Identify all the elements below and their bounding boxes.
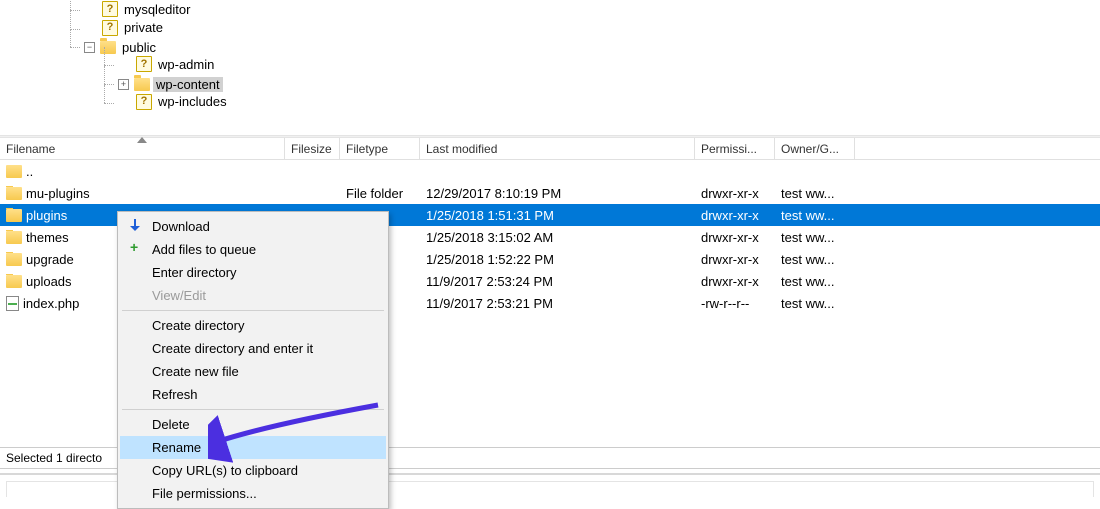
file-name: index.php (23, 296, 79, 311)
expand-icon[interactable]: + (118, 79, 129, 90)
cell-perm: drwxr-xr-x (695, 252, 775, 267)
menu-item-add-files-to-queue[interactable]: Add files to queue (120, 238, 386, 261)
tree-label: private (121, 20, 166, 35)
file-name: .. (26, 164, 33, 179)
cell-perm: drwxr-xr-x (695, 274, 775, 289)
menu-item-create-directory[interactable]: Create directory (120, 314, 386, 337)
col-header-filesize[interactable]: Filesize (285, 138, 340, 159)
menu-item-refresh[interactable]: Refresh (120, 383, 386, 406)
col-header-filetype[interactable]: Filetype (340, 138, 420, 159)
folder-icon (6, 275, 22, 288)
menu-item-enter-directory[interactable]: Enter directory (120, 261, 386, 284)
menu-item-create-directory-and-enter-it[interactable]: Create directory and enter it (120, 337, 386, 360)
tree-label: public (119, 40, 159, 55)
cell-owner: test ww... (775, 296, 855, 311)
tree-node[interactable]: ?mysqleditor (84, 1, 193, 17)
status-text: Selected 1 directo (6, 451, 102, 465)
cell-mod: 11/9/2017 2:53:24 PM (420, 274, 695, 289)
menu-separator (122, 310, 384, 311)
expander-spacer (84, 22, 97, 33)
menu-item-label: Delete (152, 417, 190, 432)
cell-owner: test ww... (775, 186, 855, 201)
menu-item-copy-url-s-to-clipboard[interactable]: Copy URL(s) to clipboard (120, 459, 386, 482)
file-name: plugins (26, 208, 67, 223)
tree-node[interactable]: ?private (84, 20, 166, 36)
cell-owner: test ww... (775, 208, 855, 223)
tree-label: wp-content (153, 77, 223, 92)
unknown-folder-icon: ? (102, 1, 118, 17)
file-name: uploads (26, 274, 72, 289)
menu-item-label: Download (152, 219, 210, 234)
menu-item-view-edit: View/Edit (120, 284, 386, 307)
menu-item-file-permissions[interactable]: File permissions... (120, 482, 386, 505)
cell-perm: drwxr-xr-x (695, 230, 775, 245)
menu-item-rename[interactable]: Rename (120, 436, 386, 459)
tree-node[interactable]: ?wp-admin (118, 56, 217, 72)
cell-mod: 1/25/2018 3:15:02 AM (420, 230, 695, 245)
menu-separator (122, 409, 384, 410)
tree-node[interactable]: ?wp-includes (118, 94, 230, 110)
cell-owner: test ww... (775, 252, 855, 267)
menu-item-delete[interactable]: Delete (120, 413, 386, 436)
cell-mod: 1/25/2018 1:51:31 PM (420, 208, 695, 223)
tree-label: wp-includes (155, 94, 230, 109)
menu-item-label: Create new file (152, 364, 239, 379)
unknown-folder-icon: ? (136, 56, 152, 72)
file-name: mu-plugins (26, 186, 90, 201)
cell-type: File folder (340, 186, 420, 201)
queue-icon (127, 241, 143, 257)
folder-icon (6, 187, 22, 200)
cell-mod: 12/29/2017 8:10:19 PM (420, 186, 695, 201)
expander-spacer (84, 4, 97, 15)
parent-dir-icon (6, 165, 22, 178)
tree-node[interactable]: − public (84, 40, 159, 55)
menu-item-download[interactable]: Download (120, 215, 386, 238)
file-row[interactable]: .. (0, 160, 1100, 182)
cell-mod: 1/25/2018 1:52:22 PM (420, 252, 695, 267)
unknown-folder-icon: ? (136, 94, 152, 110)
cell-owner: test ww... (775, 274, 855, 289)
file-name: themes (26, 230, 69, 245)
col-header-owner[interactable]: Owner/G... (775, 138, 855, 159)
folder-icon (134, 78, 150, 91)
remote-tree-panel[interactable]: ?mysqleditor?private−public?wp-admin+wp-… (0, 0, 1100, 135)
tree-label: mysqleditor (121, 2, 193, 17)
download-icon (127, 218, 143, 234)
menu-item-label: Copy URL(s) to clipboard (152, 463, 298, 478)
menu-item-label: View/Edit (152, 288, 206, 303)
col-label: Filename (6, 142, 55, 156)
expander-spacer (118, 96, 131, 107)
menu-item-label: Rename (152, 440, 201, 455)
sort-indicator-icon (137, 137, 147, 143)
menu-item-create-new-file[interactable]: Create new file (120, 360, 386, 383)
php-file-icon (6, 296, 19, 311)
menu-item-label: Add files to queue (152, 242, 256, 257)
folder-icon (6, 253, 22, 266)
tree-node[interactable]: + wp-content (118, 77, 223, 92)
file-row[interactable]: mu-plugins File folder12/29/2017 8:10:19 … (0, 182, 1100, 204)
cell-perm: -rw-r--r-- (695, 296, 775, 311)
folder-icon (6, 231, 22, 244)
cell-perm: drwxr-xr-x (695, 186, 775, 201)
cell-owner: test ww... (775, 230, 855, 245)
menu-item-label: Enter directory (152, 265, 237, 280)
menu-item-label: Create directory (152, 318, 244, 333)
folder-icon (6, 209, 22, 222)
cell-perm: drwxr-xr-x (695, 208, 775, 223)
menu-item-label: Create directory and enter it (152, 341, 313, 356)
menu-item-label: File permissions... (152, 486, 257, 501)
collapse-icon[interactable]: − (84, 42, 95, 53)
expander-spacer (118, 59, 131, 70)
file-list-header[interactable]: Filename Filesize Filetype Last modified… (0, 138, 1100, 160)
menu-item-label: Refresh (152, 387, 198, 402)
col-header-modified[interactable]: Last modified (420, 138, 695, 159)
col-header-filename[interactable]: Filename (0, 138, 285, 159)
unknown-folder-icon: ? (102, 20, 118, 36)
context-menu[interactable]: Download Add files to queue Enter director… (117, 211, 389, 509)
col-header-permissions[interactable]: Permissi... (695, 138, 775, 159)
tree-label: wp-admin (155, 57, 217, 72)
cell-mod: 11/9/2017 2:53:21 PM (420, 296, 695, 311)
file-name: upgrade (26, 252, 74, 267)
folder-icon (100, 41, 116, 54)
